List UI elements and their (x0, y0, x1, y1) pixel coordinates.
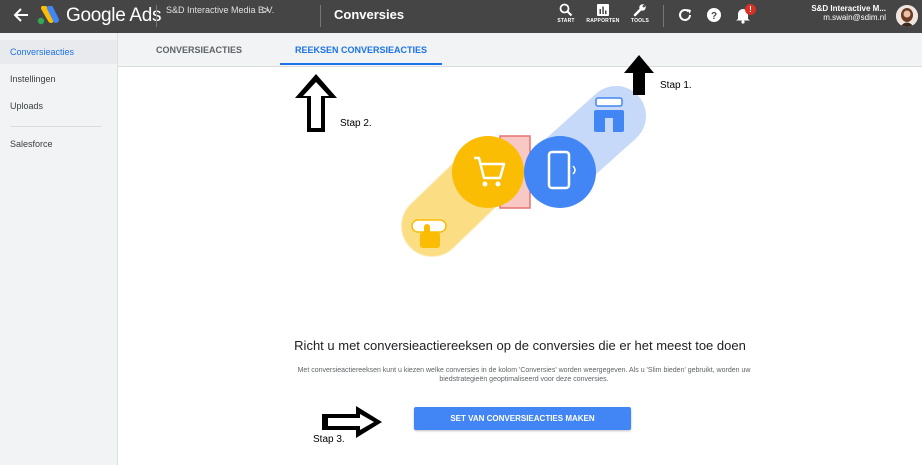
sidebar-divider (10, 126, 102, 127)
step1-label: Stap 1. (660, 80, 692, 91)
sidebar-item-conversieacties[interactable]: Conversieacties (0, 40, 117, 64)
reports-icon (597, 4, 609, 16)
search-icon (559, 3, 573, 17)
header-divider (156, 5, 157, 27)
account-name[interactable]: S&D Interactive Media B.V. (166, 5, 274, 15)
sidebar-item-uploads[interactable]: Uploads (0, 94, 117, 118)
step2-arrow-icon (295, 74, 337, 132)
refresh-icon[interactable] (676, 6, 694, 24)
create-conversion-set-button[interactable]: SET VAN CONVERSIEACTIES MAKEN (414, 407, 631, 430)
start-button[interactable]: START (546, 3, 586, 31)
back-arrow-icon[interactable] (10, 4, 32, 26)
step1-arrow-icon (624, 55, 654, 95)
notification-badge: ! (745, 4, 756, 15)
account-chevron[interactable]: > (262, 3, 269, 17)
top-bar: Google Ads S&D Interactive Media B.V. > … (0, 0, 922, 33)
tab-bar: CONVERSIEACTIES REEKSEN CONVERSIEACTIES (118, 33, 922, 67)
cart-circle (452, 136, 524, 208)
header-divider (320, 5, 321, 27)
brand-name: Google Ads (66, 5, 162, 26)
user-name[interactable]: S&D Interactive M... (811, 4, 886, 13)
sidebar: Conversieacties Instellingen Uploads Sal… (0, 33, 118, 465)
reports-button[interactable]: RAPPORTEN (583, 3, 623, 31)
conversion-sequence-illustration (401, 86, 646, 257)
active-tab-indicator (280, 63, 442, 65)
user-email[interactable]: m.swain@sdim.nl (823, 13, 886, 22)
svg-text:?: ? (711, 11, 717, 22)
storefront-icon (594, 97, 624, 132)
empty-state-title: Richt u met conversieactiereeksen op de … (294, 338, 746, 353)
header-divider (663, 5, 664, 27)
start-label: START (557, 18, 575, 24)
page-title: Conversies (334, 7, 405, 22)
help-icon[interactable]: ? (705, 6, 723, 24)
tools-label: TOOLS (630, 18, 650, 24)
step2-label: Stap 2. (340, 118, 372, 129)
sidebar-item-instellingen[interactable]: Instellingen (0, 67, 117, 91)
tab-conversieacties[interactable]: CONVERSIEACTIES (118, 33, 280, 67)
sidebar-item-salesforce[interactable]: Salesforce (0, 132, 117, 156)
tab-reeksen-conversieacties[interactable]: REEKSEN CONVERSIEACTIES (280, 33, 442, 67)
reports-label: RAPPORTEN (586, 18, 620, 24)
avatar[interactable] (896, 5, 918, 27)
empty-state-description: Met conversieactiereeksen kunt u kiezen … (297, 367, 751, 383)
wrench-icon (633, 4, 646, 17)
step3-label: Stap 3. (313, 434, 345, 445)
tools-button[interactable]: TOOLS (620, 3, 660, 31)
phone-circle (524, 136, 596, 208)
google-ads-logo-icon (36, 5, 60, 26)
